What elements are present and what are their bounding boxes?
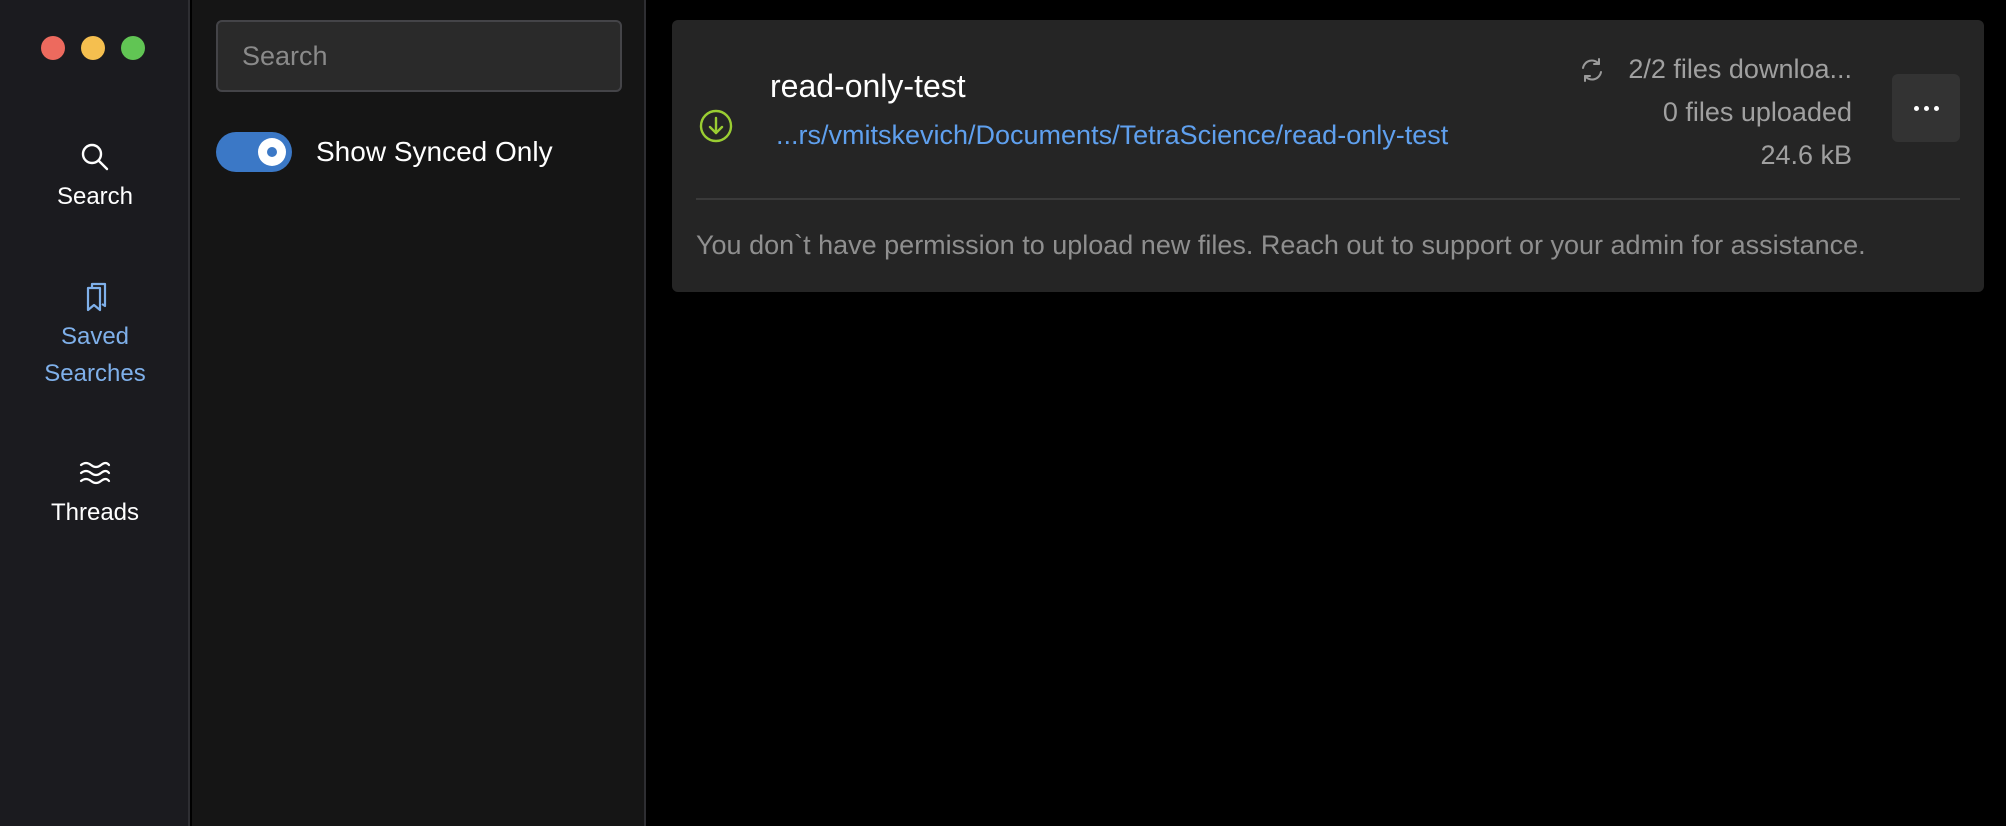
show-synced-row: Show Synced Only [216,132,553,172]
minimize-window-button[interactable] [81,36,105,60]
card-divider [696,198,1960,200]
nav-search-label: Search [56,183,134,210]
bookmarks-icon [86,282,107,312]
nav-threads-label: Threads [50,499,140,526]
threads-icon [79,461,111,485]
filter-panel: Show Synced Only [192,0,646,826]
download-status: 2/2 files downloa... [1628,54,1852,84]
more-options-button[interactable] [1892,74,1960,142]
more-icon [1913,105,1939,111]
nav-threads[interactable]: Threads [0,456,190,531]
synced-folder-card: read-only-test ...rs/vmitskevich/Documen… [672,20,1984,292]
nav-saved-searches[interactable]: Saved Searches [0,280,190,392]
download-stat-row: 2/2 files downloa... [1578,48,1852,91]
folder-size: 24.6 kB [1760,140,1852,170]
nav-saved-searches-label: Saved Searches [44,323,146,387]
show-synced-label: Show Synced Only [316,136,553,167]
sync-icon [1582,57,1603,82]
window-controls [41,36,145,60]
download-icon [699,109,733,143]
upload-status: 0 files uploaded [1662,97,1852,127]
app-window: Search Saved Searches Threads Show Synce… [0,0,2006,826]
sidebar-rail: Search Saved Searches Threads [0,0,190,826]
maximize-window-button[interactable] [121,36,145,60]
toggle-knob [258,138,286,166]
search-input[interactable] [216,20,622,92]
search-icon [81,143,109,171]
permission-note: You don`t have permission to upload new … [696,230,1866,260]
close-window-button[interactable] [41,36,65,60]
show-synced-toggle[interactable] [216,132,292,172]
nav-search[interactable]: Search [0,140,190,215]
sync-stats: 2/2 files downloa... 0 files uploaded 24… [1578,48,1852,177]
folder-path-link[interactable]: ...rs/vmitskevich/Documents/TetraScience… [776,120,1448,151]
folder-title: read-only-test [770,68,966,104]
